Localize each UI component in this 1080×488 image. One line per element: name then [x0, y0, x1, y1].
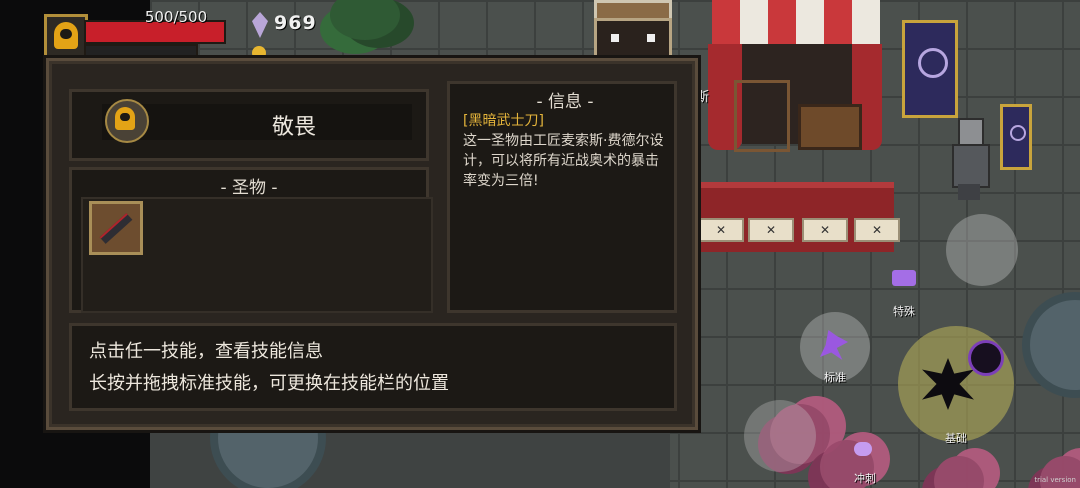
special-skill-label: 特殊 — [893, 305, 915, 318]
hooded-wizard-icon — [115, 107, 135, 130]
arcana-special-icon — [892, 270, 916, 286]
arcana-standard-icon — [820, 330, 848, 360]
player-portrait[interactable] — [44, 14, 88, 58]
dash-icon-button[interactable] — [848, 434, 880, 466]
standard-skill-label: 标准 — [824, 371, 846, 384]
dash-skill-label: 冲刺 — [854, 472, 876, 485]
weapon-rack — [734, 80, 790, 152]
trial-watermark: trial version — [1034, 476, 1076, 484]
council-banner — [902, 20, 958, 118]
arcana-dash-icon — [854, 442, 872, 456]
treasure-chest — [798, 104, 862, 150]
info-title: - 信息 - — [536, 92, 594, 112]
basic-skill-button[interactable] — [898, 326, 1014, 442]
signature-bar — [84, 44, 198, 58]
arcana-name: 敬畏 — [271, 115, 316, 140]
info-item-name: [黑暗武士刀] — [463, 113, 544, 129]
dark-katana-icon — [99, 213, 133, 244]
relic-card[interactable]: ✕ — [748, 218, 794, 242]
hooded-wizard-icon — [54, 22, 78, 49]
arcana-basic-icon — [922, 358, 974, 410]
hint-line-2: 长按并拖拽标准技能，可更换在技能栏的位置 — [89, 373, 449, 394]
dark-orb-icon — [968, 340, 1004, 376]
relic-card[interactable]: ✕ — [854, 218, 900, 242]
relic-card[interactable]: ✕ — [802, 218, 848, 242]
health-text: 500/500 — [144, 8, 208, 26]
arcana-emblem — [105, 99, 149, 143]
skill-info-panel: 敬畏 - 圣物 - - 信息 - [黑暗武士刀] 这一圣物由工匠麦索斯·费德尔设… — [46, 58, 698, 430]
hint-line-1: 点击任一技能，查看技能信息 — [89, 341, 323, 362]
gem-count: 969 — [274, 12, 317, 34]
relic-title: - 圣物 - — [220, 178, 278, 198]
basic-skill-label: 基础 — [945, 432, 967, 445]
knight-npc — [946, 118, 992, 200]
shop-awning — [712, 0, 880, 44]
info-description: 这一圣物由工匠麦索斯·费德尔设计，可以将所有近战奥术的暴击率变为三倍! — [463, 133, 664, 189]
info-content: [黑暗武士刀] 这一圣物由工匠麦索斯·费德尔设计，可以将所有近战奥术的暴击率变为… — [463, 111, 667, 305]
relic-slot[interactable] — [89, 201, 143, 255]
dash-skill-button[interactable] — [744, 400, 816, 472]
special-skill-button[interactable] — [884, 262, 924, 302]
move-joystick-area[interactable] — [946, 214, 1018, 286]
council-banner-small — [1000, 104, 1032, 170]
relic-card[interactable]: ✕ — [698, 218, 744, 242]
shop-sign-board — [594, 18, 672, 58]
